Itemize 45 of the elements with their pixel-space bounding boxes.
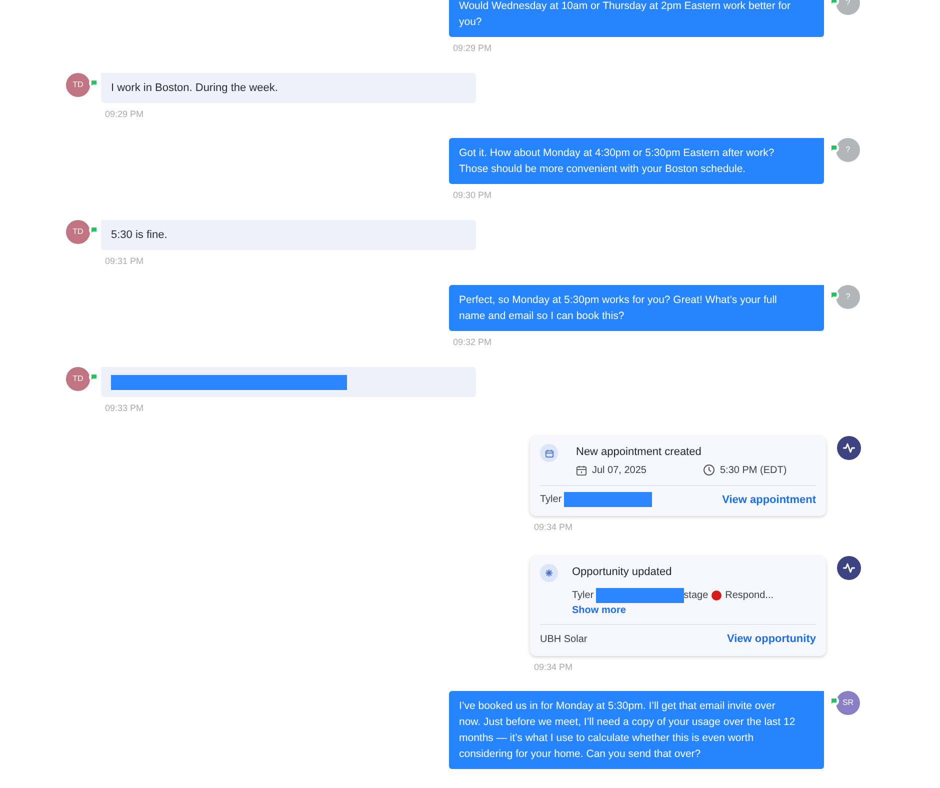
- detail-label: stage: [684, 589, 708, 603]
- clock-icon: [703, 464, 715, 476]
- message-bubble: I work in Boston. During the week.: [101, 72, 476, 102]
- pulse-icon: [843, 443, 855, 453]
- avatar-initials: TD: [72, 78, 84, 90]
- message-bubble: Got it. How about Monday at 4:30pm or 5:30pm Eastern after work? Those should be more convenient with your Boston schedule.: [449, 138, 824, 184]
- message-bubble: Perfect, so Monday at 5:30pm works for you? Great! What’s your full name and email so I can book this?: [449, 285, 824, 331]
- status-text: Respond...: [725, 589, 774, 603]
- timestamp: 09:34 PM: [534, 521, 574, 534]
- avatar-initials: ?: [846, 144, 850, 156]
- chat-badge-icon: [829, 696, 839, 706]
- timestamp: 09:31 PM: [105, 254, 145, 268]
- avatar-initials: ?: [846, 291, 850, 303]
- timestamp: 09:33 PM: [105, 402, 145, 414]
- contact-name: Tyler: [572, 589, 594, 603]
- chat-badge-icon: [89, 224, 99, 234]
- timestamp: 09:29 PM: [453, 42, 493, 55]
- card-title: New appointment created: [576, 445, 702, 460]
- avatar-initials: TD: [72, 372, 84, 384]
- timestamp: 09:34 PM: [534, 660, 574, 674]
- avatar-initials: TD: [72, 226, 84, 238]
- chat-badge-icon: [89, 78, 99, 88]
- appointment-time: 5:30 PM (EDT): [720, 464, 787, 478]
- timestamp: 09:32 PM: [453, 336, 493, 349]
- status-dot-icon: [711, 590, 722, 601]
- message-bubble: I’ve booked us in for Monday at 5:30pm. I’ll get that email invite over now. Just before we meet, I’ll need a copy of your usage over the last 12 months — it’s what I use to calculate whether this is even worth considering for your home. Can you send that over?: [449, 691, 824, 769]
- message-bubble: 5:30 is fine.: [101, 220, 476, 250]
- chat-badge-icon: [829, 290, 839, 300]
- calendar-icon: [540, 444, 558, 462]
- company-name: UBH Solar: [540, 632, 588, 647]
- sparkle-icon: [540, 564, 558, 582]
- timestamp: 09:29 PM: [105, 108, 145, 120]
- message-bubble: Would Wednesday at 10am or Thursday at 2pm Eastern work better for you?: [449, 0, 824, 37]
- view-opportunity-link[interactable]: View opportunity: [726, 631, 816, 648]
- avatar-initials: SR: [842, 697, 854, 709]
- card-title: Opportunity updated: [572, 564, 673, 580]
- show-more-link[interactable]: Show more: [572, 603, 816, 618]
- view-appointment-link[interactable]: View appointment: [722, 492, 816, 508]
- chat-badge-icon: [829, 143, 839, 153]
- calendar-icon: [576, 464, 587, 476]
- timestamp: 09:30 PM: [453, 189, 493, 202]
- pulse-icon: [843, 562, 855, 572]
- contact-name: Tyler: [540, 493, 562, 508]
- appointment-date: Jul 07, 2025: [592, 464, 646, 478]
- chat-badge-icon: [89, 372, 99, 382]
